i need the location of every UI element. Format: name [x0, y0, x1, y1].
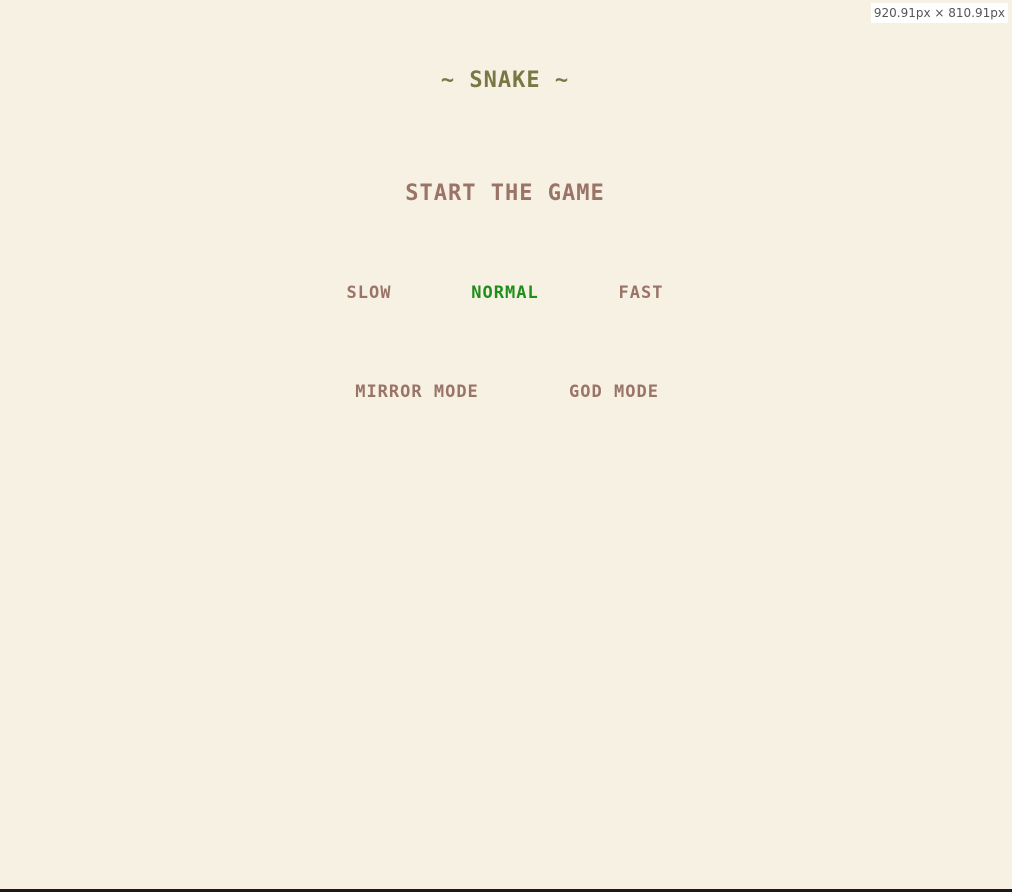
speed-fast-option[interactable]: FAST — [619, 283, 664, 303]
god-mode-option[interactable]: GOD MODE — [569, 382, 659, 402]
game-title: ~ SNAKE ~ — [440, 68, 570, 93]
speed-normal-option[interactable]: NORMAL — [471, 283, 538, 303]
game-screen: 920.91px × 810.91px ~ SNAKE ~ START THE … — [0, 0, 1012, 889]
start-game-button[interactable]: START THE GAME — [405, 181, 604, 206]
speed-slow-option[interactable]: SLOW — [347, 283, 392, 303]
mirror-mode-option[interactable]: MIRROR MODE — [355, 382, 479, 402]
dimensions-badge: 920.91px × 810.91px — [870, 3, 1008, 23]
